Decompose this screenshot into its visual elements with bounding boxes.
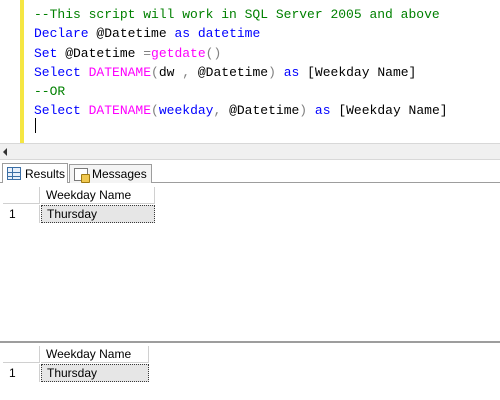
result-cell[interactable]: Thursday — [41, 205, 155, 223]
query-editor[interactable]: --This script will work in SQL Server 20… — [0, 0, 500, 143]
code-token: DATENAME — [88, 103, 152, 119]
result-grid-2[interactable]: Weekday Name 1 Thursday — [0, 342, 500, 400]
tab-results[interactable]: Results — [2, 163, 68, 183]
code-token: as — [314, 103, 331, 119]
code-token: weekday — [158, 103, 214, 119]
editor-gutter — [0, 0, 20, 143]
grid-icon — [7, 167, 21, 180]
editor-horizontal-scrollbar[interactable] — [0, 143, 500, 160]
code-token: ( — [151, 103, 159, 119]
code-token: --This script will work in SQL Server 20… — [34, 7, 440, 22]
code-line[interactable]: Select DATENAME(weekday, @Datetime) as [… — [34, 101, 448, 120]
results-tabstrip: Results Messages — [0, 160, 500, 183]
sql-code[interactable]: --This script will work in SQL Server 20… — [34, 5, 448, 121]
text-caret — [35, 118, 36, 133]
code-line[interactable]: --OR — [34, 82, 448, 101]
code-token: , — [182, 64, 191, 80]
code-token: Select — [34, 64, 81, 80]
code-token: as — [283, 64, 300, 80]
tab-messages[interactable]: Messages — [69, 164, 152, 183]
code-token: Set — [34, 45, 58, 61]
code-token: --OR — [34, 84, 66, 100]
code-token: @Datetime — [57, 45, 144, 61]
code-token: @Datetime — [221, 103, 300, 119]
code-token: datetime — [197, 26, 261, 42]
code-line[interactable]: Declare @Datetime as datetime — [34, 24, 448, 43]
tab-results-label: Results — [25, 166, 66, 181]
row-number-header — [3, 187, 40, 204]
row-number-header — [3, 346, 40, 363]
code-line[interactable]: Set @Datetime =getdate() — [34, 44, 448, 63]
code-line[interactable]: --This script will work in SQL Server 20… — [34, 5, 448, 24]
change-tracking-bar — [20, 0, 24, 143]
code-line[interactable]: Select DATENAME(dw , @Datetime) as [Week… — [34, 63, 448, 82]
row-number[interactable]: 1 — [3, 364, 40, 382]
result-cell[interactable]: Thursday — [41, 364, 149, 382]
code-token: as — [174, 26, 191, 42]
code-token: getdate — [151, 45, 206, 61]
code-token: @Datetime — [88, 26, 175, 42]
column-header[interactable]: Weekday Name — [41, 346, 149, 363]
code-token: DATENAME — [88, 64, 152, 80]
code-token: [Weekday Name] — [299, 64, 417, 80]
code-token: ) — [299, 103, 308, 119]
code-token: = — [143, 45, 152, 61]
code-token: @Datetime — [190, 64, 269, 80]
code-token: () — [205, 45, 222, 61]
row-number[interactable]: 1 — [3, 205, 40, 223]
column-header[interactable]: Weekday Name — [41, 187, 155, 204]
result-grid-1[interactable]: Weekday Name 1 Thursday — [0, 184, 500, 342]
code-token: ( — [151, 64, 159, 80]
code-token: Select — [34, 103, 81, 119]
code-token: Declare — [34, 26, 89, 42]
scroll-left-arrow-icon[interactable] — [3, 148, 7, 156]
tab-messages-label: Messages — [92, 167, 147, 181]
code-token: ) — [268, 64, 276, 80]
code-token: dw — [158, 64, 183, 80]
code-token: [Weekday Name] — [330, 103, 448, 119]
messages-icon — [74, 167, 90, 183]
